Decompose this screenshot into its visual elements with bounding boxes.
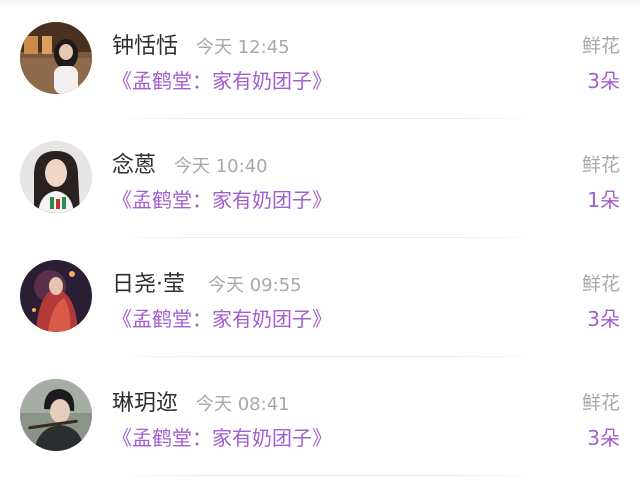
user-name[interactable]: 钟恬恬 xyxy=(112,28,178,60)
gift-count: 1朵 xyxy=(587,188,620,212)
book-title-link[interactable]: 《孟鹤堂：家有奶团子》 xyxy=(112,303,332,332)
gift-time: 今天 12:45 xyxy=(196,37,290,58)
gift-count: 3朵 xyxy=(587,307,620,331)
gift-type-label: 鲜花 xyxy=(581,273,620,295)
avatar-photo-woman-long-hair-icon xyxy=(20,141,92,213)
user-avatar[interactable] xyxy=(20,379,92,451)
book-title-link[interactable]: 《孟鹤堂：家有奶团子》 xyxy=(112,422,332,451)
gift-count: 3朵 xyxy=(587,69,620,93)
gift-type-label: 鲜花 xyxy=(581,35,620,57)
avatar-photo-woman-dark-hair-train-icon xyxy=(20,22,92,94)
gift-record-item[interactable]: 日尧·莹 今天 09:55 《孟鹤堂：家有奶团子》 鲜花 3朵 xyxy=(0,238,640,357)
gift-record-item[interactable]: 念蒽 今天 10:40 《孟鹤堂：家有奶团子》 鲜花 1朵 xyxy=(0,119,640,238)
user-avatar[interactable] xyxy=(20,22,92,94)
avatar-photo-man-playing-flute-icon xyxy=(20,379,92,451)
user-name[interactable]: 日尧·莹 xyxy=(112,266,185,298)
gift-record-item[interactable]: 琳玥迩 今天 08:41 《孟鹤堂：家有奶团子》 鲜花 3朵 xyxy=(0,357,640,476)
gift-record-list: 钟恬恬 今天 12:45 《孟鹤堂：家有奶团子》 鲜花 3朵 念蒽 今天 10:… xyxy=(0,0,640,476)
gift-record-item[interactable]: 钟恬恬 今天 12:45 《孟鹤堂：家有奶团子》 鲜花 3朵 xyxy=(0,0,640,119)
avatar-photo-red-robed-figure-icon xyxy=(20,260,92,332)
user-name[interactable]: 琳玥迩 xyxy=(112,385,178,417)
row-divider xyxy=(112,475,542,476)
gift-time: 今天 10:40 xyxy=(174,156,268,177)
gift-time: 今天 08:41 xyxy=(196,394,290,415)
user-avatar[interactable] xyxy=(20,260,92,332)
gift-count: 3朵 xyxy=(587,426,620,450)
book-title-link[interactable]: 《孟鹤堂：家有奶团子》 xyxy=(112,184,332,213)
gift-time: 今天 09:55 xyxy=(208,275,302,296)
gift-type-label: 鲜花 xyxy=(581,154,620,176)
user-avatar[interactable] xyxy=(20,141,92,213)
gift-type-label: 鲜花 xyxy=(581,392,620,414)
book-title-link[interactable]: 《孟鹤堂：家有奶团子》 xyxy=(112,65,332,94)
user-name[interactable]: 念蒽 xyxy=(112,147,156,179)
